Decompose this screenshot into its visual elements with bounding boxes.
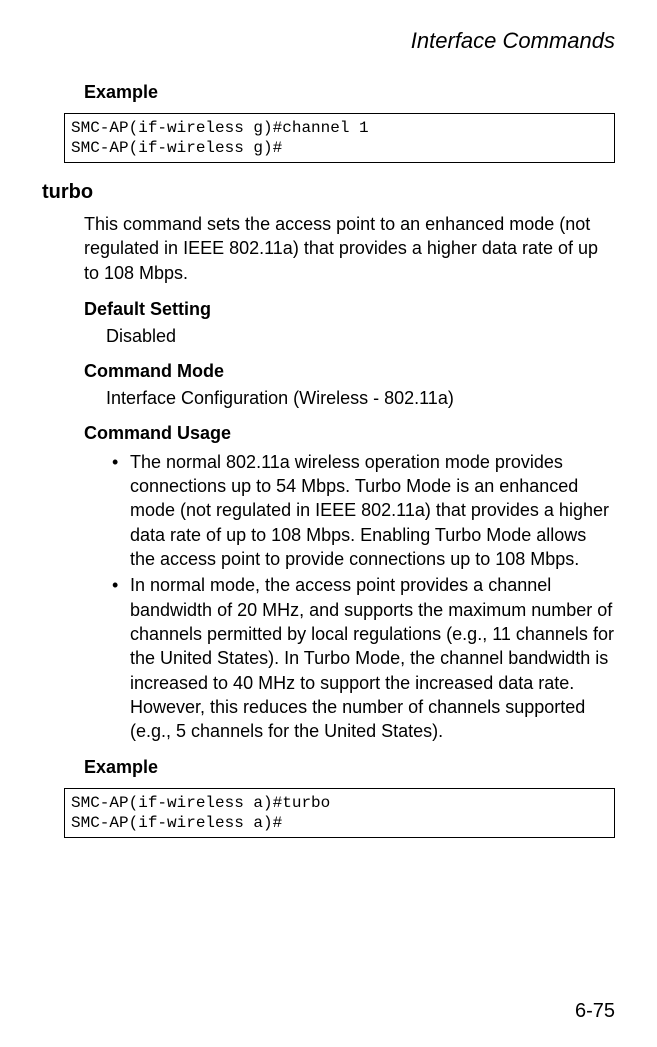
default-setting-heading: Default Setting <box>84 299 615 320</box>
command-description: This command sets the access point to an… <box>84 212 615 285</box>
code-block-2: SMC-AP(if-wireless a)#turbo SMC-AP(if-wi… <box>64 788 615 838</box>
page-number: 6-75 <box>575 1000 615 1023</box>
command-mode-value: Interface Configuration (Wireless - 802.… <box>106 388 615 409</box>
command-mode-heading: Command Mode <box>84 361 615 382</box>
list-item: In normal mode, the access point provide… <box>112 573 615 743</box>
example-heading-2: Example <box>84 757 615 778</box>
command-usage-heading: Command Usage <box>84 423 615 444</box>
default-setting-value: Disabled <box>106 326 615 347</box>
list-item: The normal 802.11a wireless operation mo… <box>112 450 615 571</box>
command-usage-list: The normal 802.11a wireless operation mo… <box>112 450 615 744</box>
page: Interface Commands Example SMC-AP(if-wir… <box>0 0 657 1047</box>
command-name: turbo <box>42 181 615 204</box>
example-heading-1: Example <box>84 82 615 103</box>
code-block-1: SMC-AP(if-wireless g)#channel 1 SMC-AP(i… <box>64 113 615 163</box>
page-header: Interface Commands <box>42 28 615 54</box>
